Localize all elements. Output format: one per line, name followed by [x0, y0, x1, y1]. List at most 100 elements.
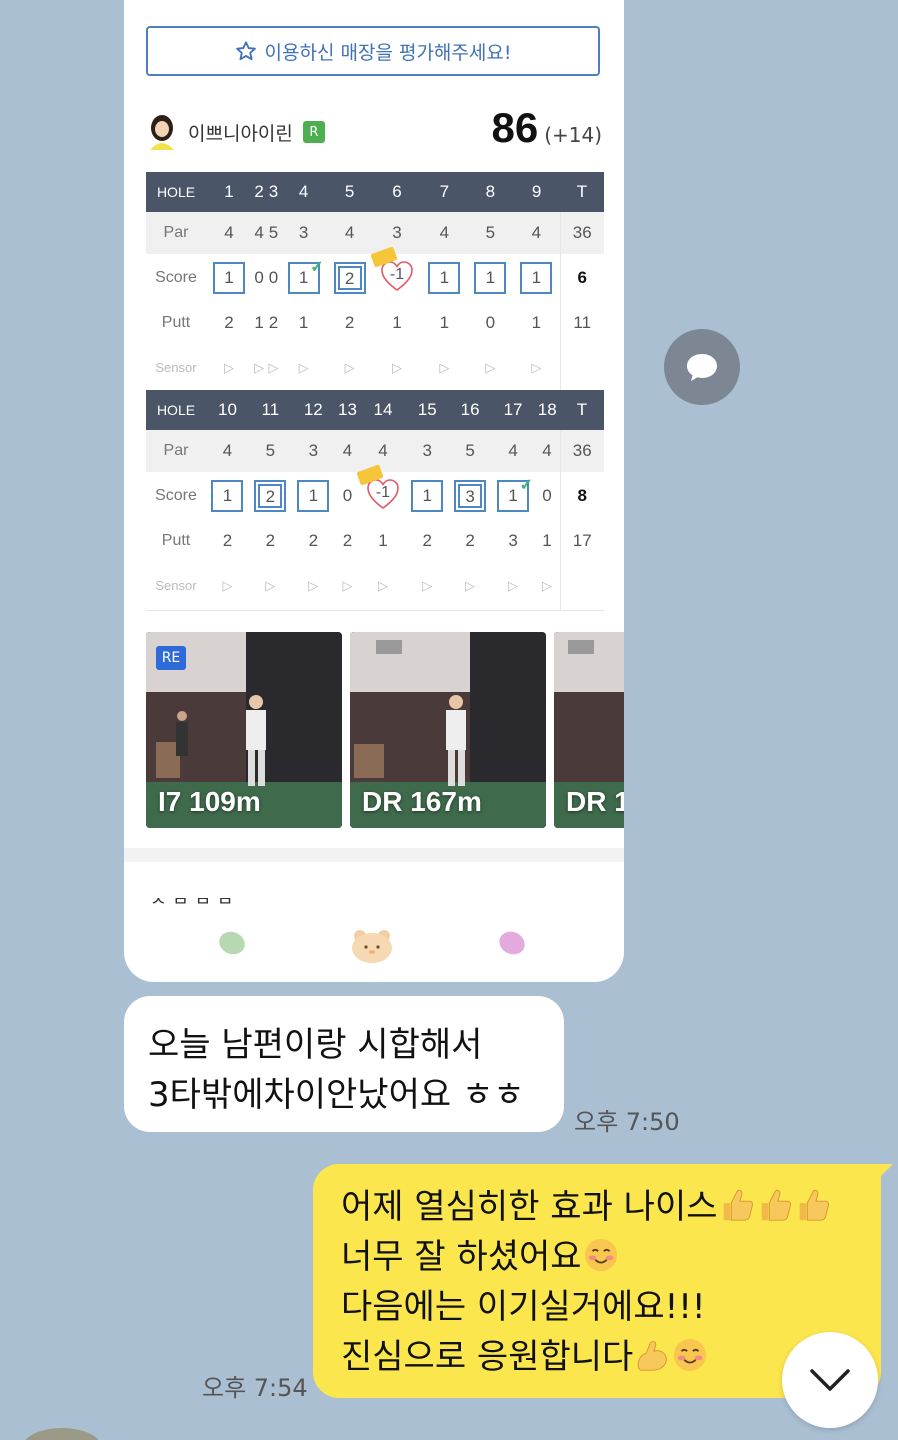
score-value: 2	[337, 266, 362, 290]
putt-cell: 3	[508, 531, 518, 550]
bubble-tail	[879, 1164, 893, 1178]
scroll-to-bottom-button[interactable]	[782, 1332, 878, 1428]
par-cell: 3	[280, 212, 327, 254]
putt-cell: 1	[254, 313, 264, 332]
message-line: 어제 열심히한 효과 나이스	[341, 1187, 718, 1227]
par-total: 36	[559, 430, 604, 472]
hole-row: HOLE 1 2 3 4 5 6 7 8 9 T	[146, 172, 604, 212]
avatar	[146, 114, 178, 150]
sensor-play-icon[interactable]: ▷	[467, 344, 514, 393]
message-timestamp: 오후 7:50	[574, 1108, 680, 1136]
score-box: 1	[520, 262, 553, 294]
green-bean-icon[interactable]	[216, 928, 248, 958]
score-value: -1	[389, 265, 405, 283]
sensor-play-icon[interactable]: ▷	[248, 562, 292, 611]
score-label: Score	[155, 269, 197, 286]
putt-label: Putt	[161, 314, 191, 331]
hole-number: 7	[421, 172, 468, 212]
sensor-play-icon[interactable]: ▷	[448, 562, 492, 611]
score-cell: 2	[327, 254, 373, 302]
sensor-label: Sensor	[146, 562, 206, 611]
heart-icon: -1	[356, 463, 400, 510]
score-cell: -1	[370, 245, 422, 302]
sensor-play-icon[interactable]: ▷	[421, 344, 468, 393]
message-line: 다음에는 이기실거에요!!!	[341, 1287, 706, 1327]
sensor-play-icon[interactable]: ▷	[372, 344, 422, 393]
message-timestamp: 오후 7:54	[202, 1374, 308, 1402]
par-cell: 3	[372, 212, 422, 254]
putt-cell: 2	[465, 531, 475, 550]
score-cell: 3	[449, 472, 492, 520]
total-diff: (+14)	[544, 123, 602, 147]
sensor-label: Sensor	[146, 344, 206, 393]
score-value: -1	[375, 483, 391, 501]
shot-label: DR 167m	[362, 786, 482, 817]
putt-row: Putt 2 1 2 1 2 1 1 0 1 11	[146, 302, 604, 344]
chevron-down-icon	[810, 1369, 850, 1391]
score-cell: 0	[342, 486, 353, 505]
hole-number: 15	[405, 390, 449, 430]
putt-cell: 1	[531, 313, 542, 332]
front-nine-table: HOLE 1 2 3 4 5 6 7 8 9 T Par 4 4 5 3 4 3…	[146, 172, 604, 393]
hole-number: 12	[291, 390, 335, 430]
sensor-play-icon[interactable]: ▷	[251, 344, 267, 393]
total-label: T	[560, 172, 604, 212]
sensor-play-icon[interactable]: ▷	[266, 344, 281, 393]
sensor-play-icon[interactable]: ▷	[206, 562, 249, 611]
message-line: 오늘 남편이랑 시합해서	[148, 1025, 483, 1065]
sensor-play-icon[interactable]: ▷	[326, 344, 373, 393]
score-total: 8	[559, 472, 604, 520]
score-box: 1	[212, 262, 245, 294]
avatar[interactable]	[22, 1428, 102, 1440]
par-cell: 5	[266, 212, 281, 254]
putt-cell: 2	[308, 531, 319, 550]
smiling-face-emoji	[584, 1238, 617, 1272]
putt-cell: 2	[265, 531, 276, 550]
par-cell: 4	[251, 212, 267, 254]
score-cell: 1 ✓	[492, 472, 535, 520]
back-nine-table: HOLE 10 11 12 13 14 15 16 17 18 T Par 4 …	[146, 390, 604, 611]
hole-number: 8	[467, 172, 514, 212]
sensor-play-icon[interactable]: ▷	[534, 562, 560, 611]
sensor-play-icon[interactable]: ▷	[491, 562, 535, 611]
swing-video-thumbnail[interactable]: RE I7 109m	[146, 632, 342, 828]
replay-badge: RE	[156, 646, 186, 670]
putt-cell: 1	[378, 531, 388, 550]
putt-cell: 2	[422, 531, 432, 550]
total-label: T	[560, 390, 604, 430]
hole-number: 6	[372, 172, 422, 212]
bear-face-icon[interactable]	[350, 928, 394, 964]
shot-label: I7 109m	[158, 786, 261, 817]
hole-label: HOLE	[146, 172, 206, 212]
par-label: Par	[146, 212, 206, 254]
purple-bean-icon[interactable]	[496, 928, 528, 958]
rate-store-button[interactable]: 이용하신 매장을 평가해주세요!	[146, 26, 600, 76]
sensor-play-icon[interactable]: ▷	[334, 562, 361, 611]
check-icon: ✓	[519, 477, 534, 494]
hole-number: 5	[326, 172, 373, 212]
sensor-play-icon[interactable]: ▷	[280, 344, 327, 393]
score-cell: 1	[292, 472, 335, 520]
swing-video-thumbnail[interactable]: DR 1	[554, 632, 624, 828]
sensor-play-icon[interactable]: ▷	[291, 562, 335, 611]
par-cell: 3	[291, 430, 335, 472]
score-cell: 1 ✓	[281, 254, 327, 302]
putt-cell: 2	[344, 313, 355, 332]
section-divider	[124, 848, 624, 862]
rate-store-label: 이용하신 매장을 평가해주세요!	[264, 41, 512, 64]
score-cell: 0	[254, 268, 264, 287]
incoming-message-bubble[interactable]: 오늘 남편이랑 시합해서 3타밖에차이안났어요 ㅎㅎ	[124, 996, 564, 1132]
hole-number: 10	[206, 390, 249, 430]
putt-cell: 1	[439, 313, 450, 332]
hole-row: HOLE 10 11 12 13 14 15 16 17 18 T	[146, 390, 604, 430]
chat-bubble-button[interactable]	[664, 329, 740, 405]
sensor-play-icon[interactable]: ▷	[360, 562, 406, 611]
swing-video-thumbnail[interactable]: DR 167m	[350, 632, 546, 828]
sensor-play-icon[interactable]: ▷	[405, 562, 449, 611]
sensor-play-icon[interactable]: ▷	[513, 344, 560, 393]
sensor-play-icon[interactable]: ▷	[206, 344, 252, 393]
room-badge: R	[302, 121, 325, 143]
score-box: 1	[297, 480, 330, 512]
score-value: 1	[508, 486, 518, 505]
par-row: Par 4 4 5 3 4 3 4 5 4 36	[146, 212, 604, 254]
